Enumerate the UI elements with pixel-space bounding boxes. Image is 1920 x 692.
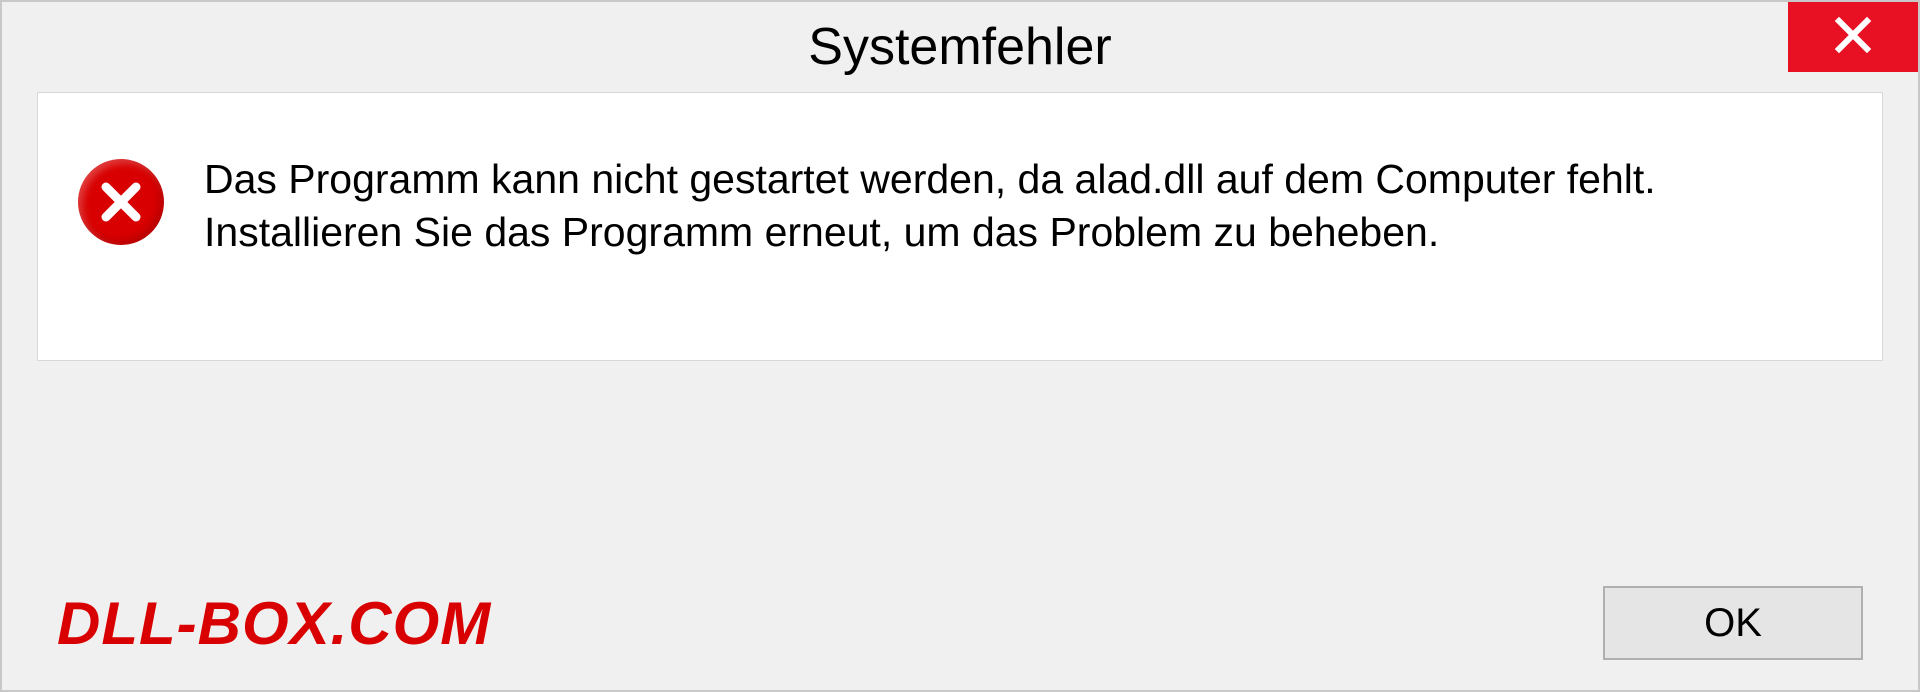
- ok-button[interactable]: OK: [1603, 586, 1863, 660]
- watermark-text: DLL-BOX.COM: [57, 589, 491, 658]
- content-area: Das Programm kann nicht gestartet werden…: [37, 92, 1883, 361]
- close-icon: [1833, 15, 1873, 60]
- error-dialog: Systemfehler Das Programm kann nicht ges…: [0, 0, 1920, 692]
- error-icon: [78, 159, 164, 245]
- titlebar: Systemfehler: [2, 2, 1918, 92]
- close-button[interactable]: [1788, 2, 1918, 72]
- footer: DLL-BOX.COM OK: [2, 586, 1918, 660]
- dialog-title: Systemfehler: [808, 17, 1111, 77]
- error-message: Das Programm kann nicht gestartet werden…: [204, 153, 1842, 260]
- ok-button-label: OK: [1704, 601, 1762, 646]
